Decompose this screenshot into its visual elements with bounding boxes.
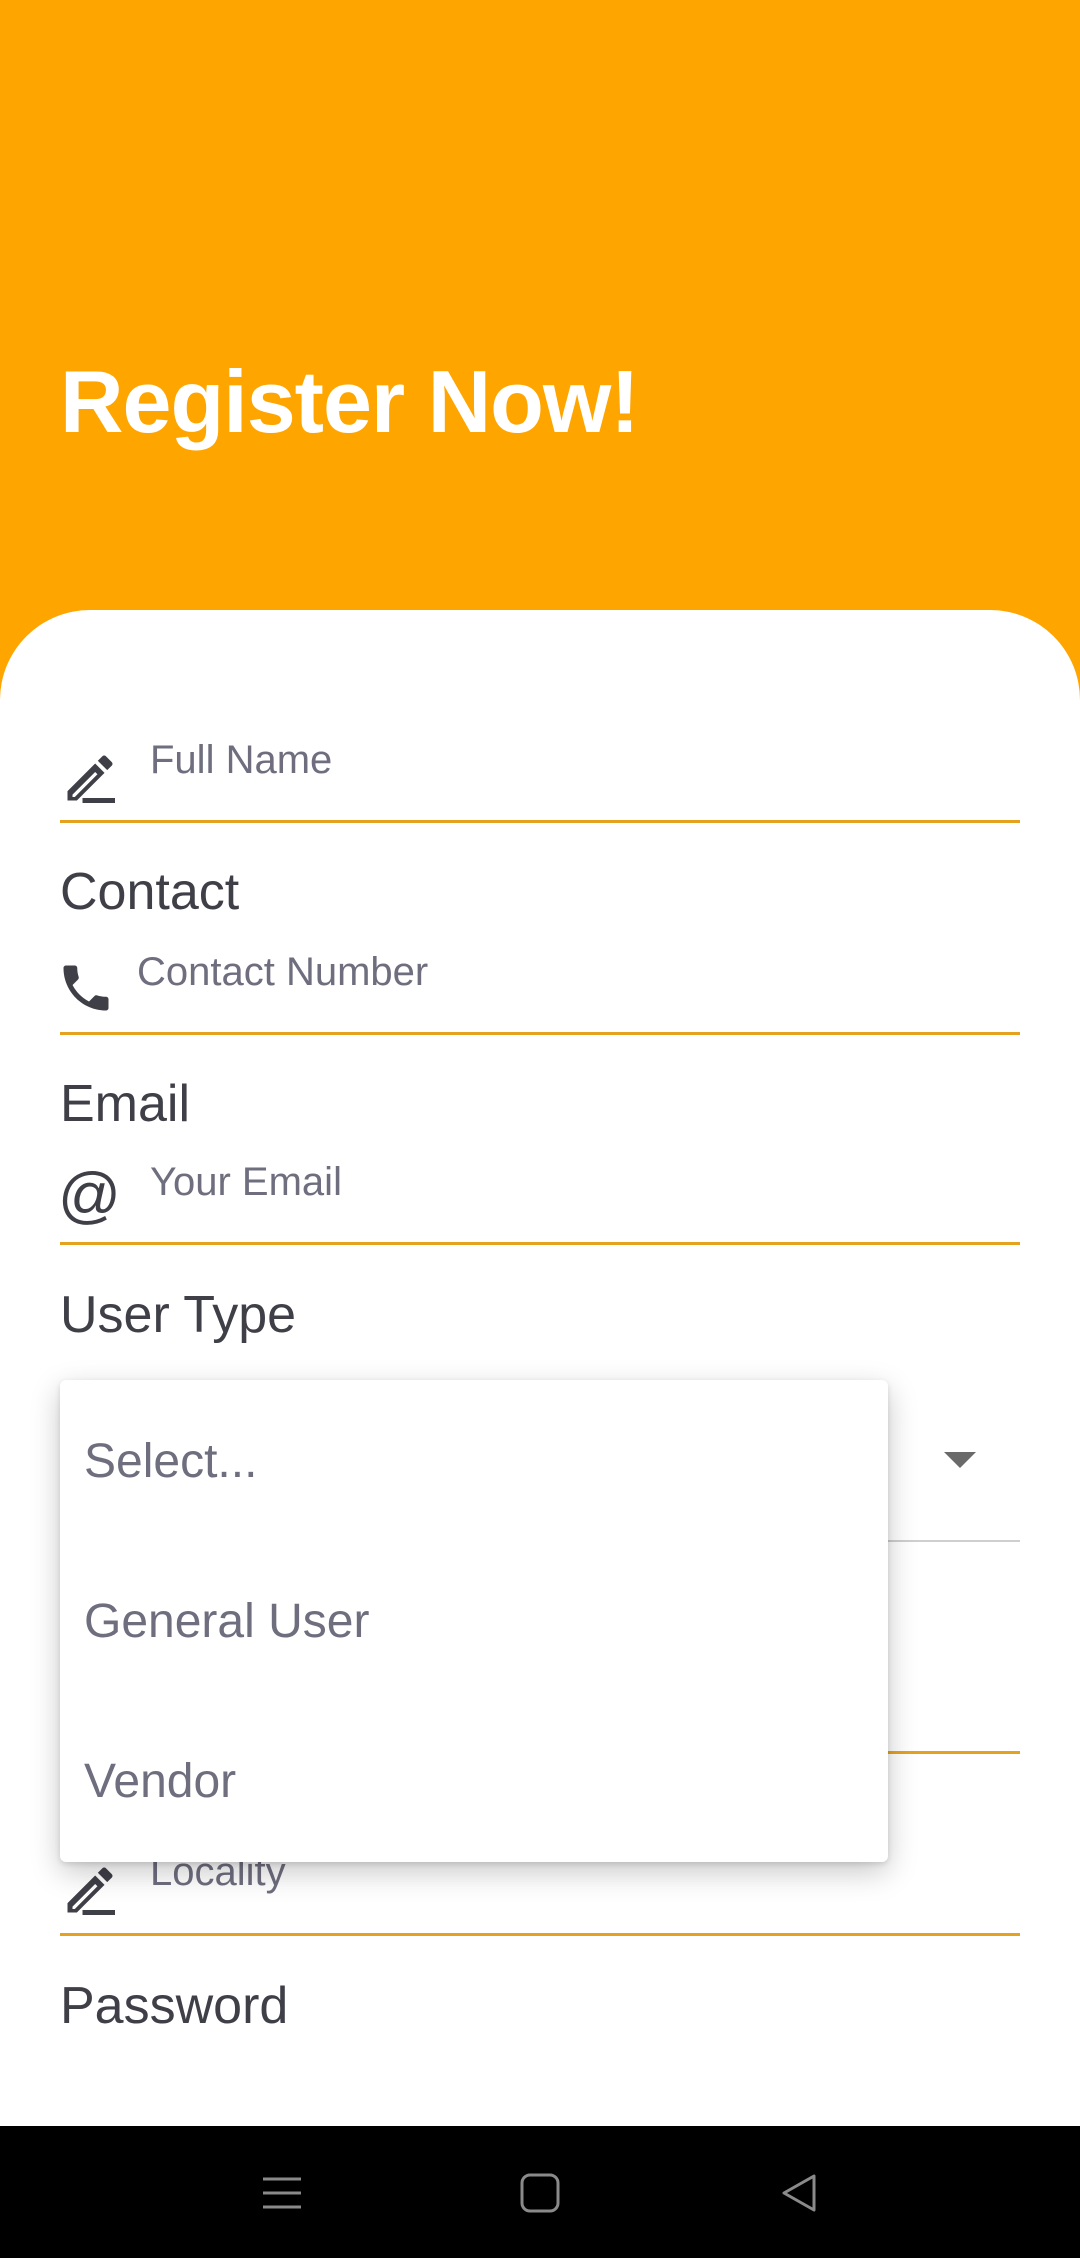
phone-icon [56, 958, 116, 1018]
user-type-label: User Type [60, 1286, 297, 1344]
password-label: Password [60, 1977, 289, 2035]
page-title: Register Now! [60, 352, 640, 451]
email-label: Email [60, 1075, 191, 1133]
user-type-dropdown-menu: Select... General User Vendor [60, 1380, 888, 1862]
contact-underline [60, 1032, 1020, 1035]
contact-label: Contact [60, 863, 240, 921]
pencil-icon [60, 1860, 120, 1920]
pencil-icon [60, 748, 120, 808]
header-banner: Register Now! [0, 0, 1080, 700]
option-general-user[interactable]: General User [84, 1594, 369, 1650]
email-underline [60, 1242, 1020, 1245]
menu-icon[interactable] [259, 2170, 305, 2216]
at-icon: @ [58, 1161, 121, 1230]
full-name-underline [60, 820, 1020, 823]
back-icon[interactable] [776, 2170, 822, 2216]
option-select[interactable]: Select... [84, 1434, 257, 1490]
email-input[interactable]: Your Email [150, 1158, 342, 1206]
locality-underline [60, 1933, 1020, 1936]
system-nav-bar [0, 2126, 1080, 2258]
home-icon[interactable] [517, 2170, 563, 2216]
form-card [0, 610, 1080, 2130]
dropdown-arrow-icon[interactable] [944, 1452, 976, 1468]
contact-number-input[interactable]: Contact Number [137, 948, 428, 996]
option-vendor[interactable]: Vendor [84, 1754, 236, 1810]
full-name-input[interactable]: Full Name [150, 736, 332, 784]
